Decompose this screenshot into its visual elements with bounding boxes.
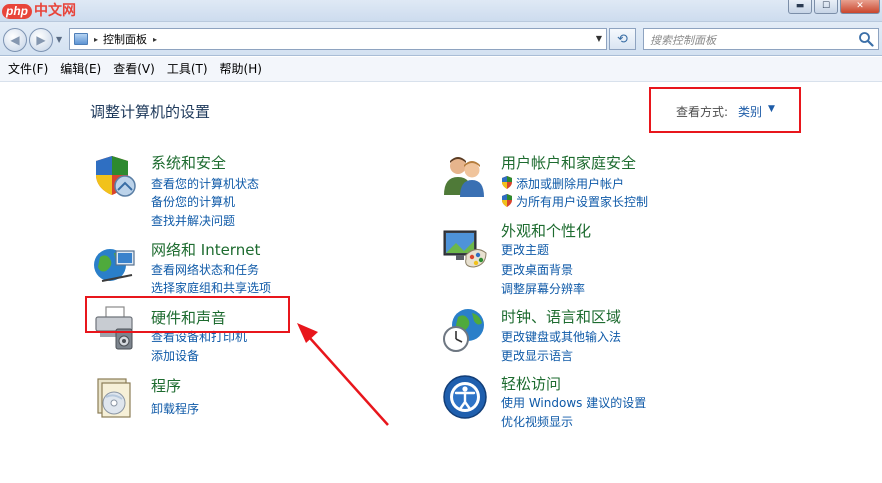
menu-view[interactable]: 查看(V) [107, 59, 161, 79]
category-appearance[interactable]: 外观和个性化 [501, 220, 591, 241]
back-button[interactable]: ◀ [3, 28, 27, 52]
users-icon[interactable] [442, 153, 488, 199]
menu-bar: 文件(F) 编辑(E) 查看(V) 工具(T) 帮助(H) [0, 57, 882, 82]
monitor-palette-icon[interactable] [442, 225, 488, 271]
link-homegroup-sharing[interactable]: 选择家庭组和共享选项 [151, 279, 271, 296]
link-view-computer-status[interactable]: 查看您的计算机状态 [151, 175, 259, 192]
category-user-accounts[interactable]: 用户帐户和家庭安全 [501, 152, 636, 173]
arrow-right-icon: ▶ [36, 33, 46, 47]
category-network-internet[interactable]: 网络和 Internet [151, 239, 260, 260]
refresh-icon: ⟲ [617, 31, 628, 47]
close-button[interactable]: ✕ [840, 0, 880, 14]
minimize-button[interactable]: ▬ [788, 0, 812, 14]
link-optimize-display[interactable]: 优化视频显示 [501, 413, 573, 430]
programs-disc-icon[interactable] [92, 375, 138, 421]
watermark-text: 中文网 [34, 2, 76, 18]
site-watermark-logo: php 中文网 [2, 0, 76, 20]
category-programs[interactable]: 程序 [151, 375, 181, 396]
link-parental-controls[interactable]: 为所有用户设置家长控制 [516, 193, 648, 210]
link-change-background[interactable]: 更改桌面背景 [501, 261, 573, 278]
breadcrumb-separator-icon[interactable]: ▸ [94, 35, 98, 44]
link-recommended-settings[interactable]: 使用 Windows 建议的设置 [501, 394, 646, 411]
category-clock-language-region[interactable]: 时钟、语言和区域 [501, 306, 621, 327]
link-troubleshoot[interactable]: 查找并解决问题 [151, 212, 235, 229]
category-ease-of-access[interactable]: 轻松访问 [501, 373, 561, 394]
breadcrumb-separator-icon[interactable]: ▸ [153, 35, 157, 44]
address-bar[interactable]: ▸ 控制面板 ▸ ▼ [69, 28, 607, 50]
link-view-network-status[interactable]: 查看网络状态和任务 [151, 261, 259, 278]
watermark-badge: php [2, 4, 32, 19]
page-title: 调整计算机的设置 [90, 103, 211, 121]
maximize-button[interactable]: ☐ [814, 0, 838, 14]
uac-shield-icon [502, 176, 512, 189]
menu-tools[interactable]: 工具(T) [161, 59, 214, 79]
search-input[interactable]: 搜索控制面板 [643, 28, 879, 50]
network-globe-icon[interactable] [92, 241, 138, 287]
annotation-box-view-by [649, 87, 801, 133]
recent-pages-dropdown-icon[interactable]: ▼ [56, 35, 62, 44]
search-icon[interactable] [858, 31, 874, 47]
link-add-remove-accounts[interactable]: 添加或删除用户帐户 [516, 175, 624, 192]
address-dropdown-icon[interactable]: ▼ [596, 34, 602, 43]
menu-file[interactable]: 文件(F) [2, 59, 54, 79]
uac-shield-icon [502, 194, 512, 207]
link-screen-resolution[interactable]: 调整屏幕分辨率 [501, 280, 585, 297]
link-backup-computer[interactable]: 备份您的计算机 [151, 193, 235, 210]
link-uninstall-program[interactable]: 卸载程序 [151, 400, 199, 417]
menu-help[interactable]: 帮助(H) [214, 59, 268, 79]
search-placeholder: 搜索控制面板 [650, 34, 716, 47]
clock-globe-icon[interactable] [442, 307, 488, 353]
shield-icon[interactable] [92, 153, 138, 199]
window-titlebar: php 中文网 ▬ ☐ ✕ [0, 0, 882, 22]
category-system-security[interactable]: 系统和安全 [151, 152, 226, 173]
refresh-button[interactable]: ⟲ [609, 28, 636, 50]
annotation-box-hardware-sound [85, 296, 290, 333]
breadcrumb-control-panel[interactable]: 控制面板 [103, 31, 147, 47]
link-change-display-language[interactable]: 更改显示语言 [501, 347, 573, 364]
control-panel-icon [74, 33, 88, 45]
menu-edit[interactable]: 编辑(E) [54, 59, 107, 79]
forward-button[interactable]: ▶ [29, 28, 53, 52]
address-toolbar: ◀ ▶ ▼ ▸ 控制面板 ▸ ▼ ⟲ 搜索控制面板 [0, 22, 882, 56]
link-change-theme[interactable]: 更改主题 [501, 241, 549, 258]
link-add-device[interactable]: 添加设备 [151, 347, 199, 364]
link-change-input-method[interactable]: 更改键盘或其他输入法 [501, 328, 621, 345]
ease-of-access-icon[interactable] [442, 374, 488, 420]
arrow-left-icon: ◀ [10, 33, 20, 47]
